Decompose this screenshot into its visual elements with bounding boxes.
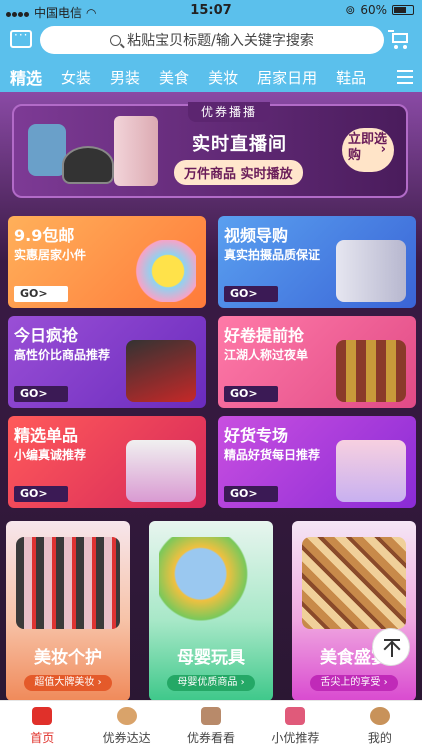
tab-home[interactable]: 居家日用	[257, 67, 317, 88]
tile-subtitle: 高性价比商品推荐	[14, 348, 111, 362]
live-shop-button[interactable]: 立即选购 ›	[342, 128, 394, 172]
search-icon	[110, 34, 122, 46]
steamer-image	[126, 440, 196, 502]
tile-title: 视频导购	[224, 226, 289, 245]
tile-subtitle: 小编真诚推荐	[14, 448, 87, 462]
tile-video[interactable]: 视频导购 真实拍摄品质保证 GO>	[218, 216, 416, 308]
car-seat-image	[126, 340, 196, 402]
rice-cooker-image	[62, 146, 114, 184]
cart-icon[interactable]	[388, 30, 410, 50]
tile-selected[interactable]: 精选单品 小编真诚推荐 GO>	[8, 416, 206, 508]
go-button[interactable]: GO>	[14, 286, 68, 302]
product-image	[126, 240, 196, 302]
battery-icon	[392, 5, 414, 15]
cosmetics-image	[16, 537, 120, 629]
nav-coupon-kankan[interactable]: 优券看看	[169, 701, 253, 750]
live-banner[interactable]: 优券播播 实时直播间 万件商品 实时播放 立即选购 ›	[12, 102, 408, 198]
coupon-icon	[116, 707, 137, 725]
main-content: 优券播播 实时直播间 万件商品 实时播放 立即选购 › 9.9包邮 实惠居家小件…	[0, 92, 422, 700]
bottom-nav: 首页 优券达达 优券看看 小优推荐 我的	[0, 700, 422, 750]
card-subtitle[interactable]: 母婴优质商品 ›	[167, 675, 255, 691]
status-right: ⊚ 60%	[345, 3, 414, 17]
tile-subtitle: 精品好货每日推荐	[224, 448, 321, 462]
go-button[interactable]: GO>	[224, 486, 278, 502]
tile-subtitle: 实惠居家小件	[14, 248, 87, 262]
heart-icon	[285, 707, 306, 725]
go-button[interactable]: GO>	[224, 386, 278, 402]
nav-label: 我的	[367, 731, 392, 745]
storage-box-image	[336, 440, 406, 502]
category-tabs: 精选 女装 男装 美食 美妆 居家日用 鞋品	[0, 62, 422, 92]
tab-men[interactable]: 男装	[110, 67, 140, 88]
go-button[interactable]: GO>	[224, 286, 278, 302]
video-play-icon	[336, 240, 406, 302]
tab-featured[interactable]: 精选	[10, 65, 42, 89]
card-beauty[interactable]: 美妆个护 超值大牌美妆 ›	[6, 521, 130, 700]
search-placeholder: 粘贴宝贝标题/输入关键字搜索	[127, 33, 314, 49]
tab-beauty[interactable]: 美妆	[208, 67, 238, 88]
card-baby[interactable]: 母婴玩具 母婴优质商品 ›	[149, 521, 273, 700]
nav-label: 优券达达	[102, 731, 151, 745]
tab-food[interactable]: 美食	[159, 67, 189, 88]
battery-percent: 60%	[360, 3, 387, 17]
home-icon	[32, 707, 53, 725]
tile-title: 好货专场	[224, 426, 289, 445]
tile-title: 今日疯抢	[14, 326, 79, 345]
search-header: 粘贴宝贝标题/输入关键字搜索	[0, 22, 422, 62]
go-button[interactable]: GO>	[14, 386, 68, 402]
message-icon[interactable]	[10, 28, 32, 48]
nav-label: 优券看看	[187, 731, 236, 745]
nav-label: 小优推荐	[271, 731, 320, 745]
card-title: 母婴玩具	[177, 648, 245, 668]
arrow-up-icon	[383, 640, 401, 658]
tile-9-9[interactable]: 9.9包邮 实惠居家小件 GO>	[8, 216, 206, 308]
search-input[interactable]: 粘贴宝贝标题/输入关键字搜索	[40, 26, 384, 54]
baby-carrier-image	[28, 124, 66, 176]
watch-icon	[201, 707, 222, 725]
card-subtitle[interactable]: 超值大牌美妆 ›	[24, 675, 112, 691]
tab-women[interactable]: 女装	[61, 67, 91, 88]
live-subtitle: 万件商品 实时播放	[174, 160, 303, 185]
live-tag: 优券播播	[188, 102, 270, 122]
tile-title: 精选单品	[14, 426, 79, 445]
back-to-top-button[interactable]	[372, 628, 410, 666]
rotation-lock-icon: ⊚	[345, 3, 356, 17]
baby-products-image	[159, 537, 263, 629]
tile-today[interactable]: 今日疯抢 高性价比商品推荐 GO>	[8, 316, 206, 408]
card-subtitle[interactable]: 舌尖上的享受 ›	[310, 675, 398, 691]
card-food[interactable]: 美食盛宴 舌尖上的享受 ›	[292, 521, 416, 700]
status-bar: 中国电信 ◠ 15:07 ⊚ 60%	[0, 0, 422, 22]
nav-label: 首页	[30, 731, 55, 745]
snacks-image	[336, 340, 406, 402]
snack-food-image	[302, 537, 406, 629]
card-title: 美妆个护	[34, 648, 102, 668]
menu-icon[interactable]	[386, 62, 422, 92]
tile-subtitle: 真实拍摄品质保证	[224, 248, 321, 262]
profile-icon	[369, 707, 390, 725]
chevron-right-icon: ›	[380, 142, 386, 157]
live-title: 实时直播间	[192, 134, 287, 155]
go-button[interactable]: GO>	[14, 486, 68, 502]
nav-profile[interactable]: 我的	[338, 701, 422, 750]
tile-subtitle: 江湖人称过夜单	[224, 348, 309, 362]
nav-recommend[interactable]: 小优推荐	[253, 701, 337, 750]
suitcase-image	[114, 116, 158, 186]
tab-shoes[interactable]: 鞋品	[336, 67, 366, 88]
tile-goods[interactable]: 好货专场 精品好货每日推荐 GO>	[218, 416, 416, 508]
tile-coupon[interactable]: 好卷提前抢 江湖人称过夜单 GO>	[218, 316, 416, 408]
nav-home[interactable]: 首页	[0, 701, 84, 750]
nav-coupon-dada[interactable]: 优券达达	[84, 701, 168, 750]
tile-title: 好卷提前抢	[224, 326, 305, 345]
tile-title: 9.9包邮	[14, 226, 75, 245]
